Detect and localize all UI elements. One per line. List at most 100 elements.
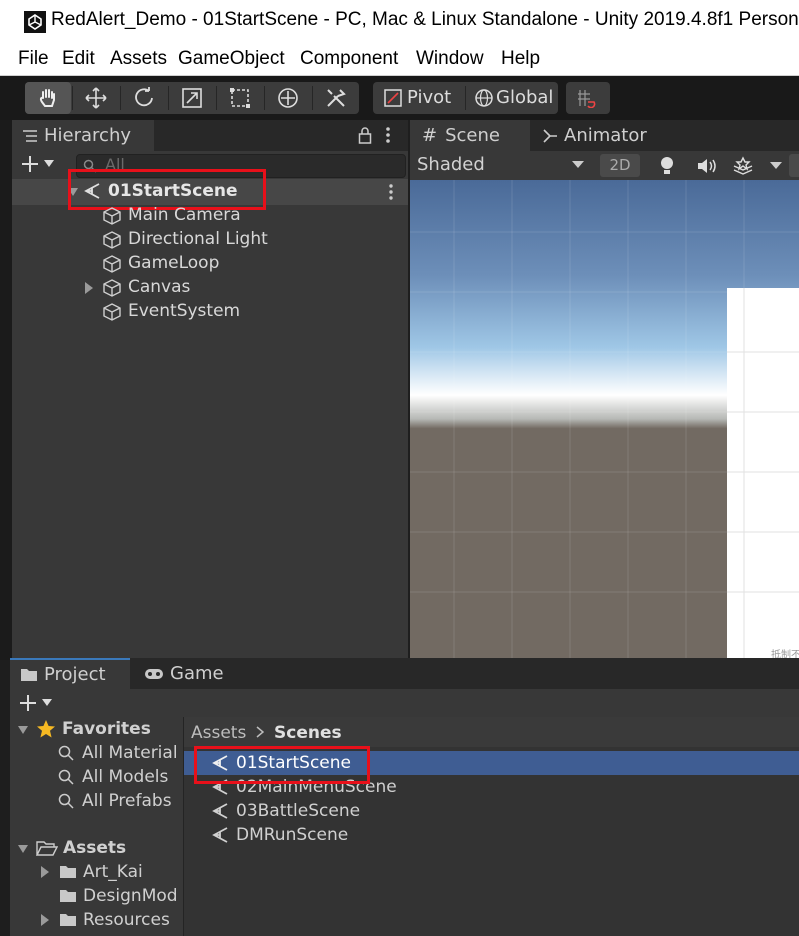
caret-down-icon[interactable] xyxy=(770,162,782,170)
tab-hierarchy-label: Hierarchy xyxy=(44,125,132,146)
folder-item-art-kai[interactable]: Art_Kai xyxy=(10,860,183,884)
tree-item-label: EventSystem xyxy=(128,301,241,321)
pivot-global-group: Pivot Global xyxy=(373,82,558,114)
tab-scene-label: Scene xyxy=(445,125,500,146)
expand-arrow-icon[interactable] xyxy=(18,725,28,735)
tab-animator-label: Animator xyxy=(564,125,647,146)
favorite-item-all-material[interactable]: All Material xyxy=(10,741,183,765)
expand-arrow-icon[interactable] xyxy=(84,282,94,294)
tree-item-eventsystem[interactable]: EventSystem xyxy=(12,300,408,324)
tab-project[interactable]: Project xyxy=(10,658,130,689)
menu-help[interactable]: Help xyxy=(501,48,540,70)
create-dropdown-button[interactable] xyxy=(18,154,58,176)
gameobject-cube-icon xyxy=(102,302,122,322)
file-item-dmrunscene[interactable]: DMRunScene xyxy=(184,823,799,847)
favorite-item-all-models[interactable]: All Models xyxy=(10,765,183,789)
breadcrumb: Assets Scenes xyxy=(184,717,799,747)
menu-gameobject[interactable]: GameObject xyxy=(178,48,285,70)
file-item-label: 03BattleScene xyxy=(236,801,361,821)
tab-game[interactable]: Game xyxy=(136,658,236,689)
rotate-icon xyxy=(132,86,156,110)
tab-scene[interactable]: # Scene xyxy=(410,120,530,151)
project-create-button[interactable] xyxy=(16,693,56,715)
plus-icon xyxy=(18,693,38,713)
file-item-03battlescene[interactable]: 03BattleScene xyxy=(184,799,799,823)
left-edge-strip xyxy=(0,120,12,660)
tab-hierarchy[interactable]: Hierarchy xyxy=(12,120,154,151)
lock-icon[interactable] xyxy=(358,126,372,144)
title-bar: RedAlert_Demo - 01StartScene - PC, Mac &… xyxy=(0,0,799,44)
folder-item-label: Resources xyxy=(83,910,170,930)
scene-toolbar: Shaded 2D xyxy=(410,151,799,180)
hand-icon xyxy=(36,86,60,110)
rotate-tool-button[interactable] xyxy=(121,82,167,114)
ui-canvas-preview[interactable]: 抵制不... xyxy=(727,288,799,658)
global-toggle[interactable]: Global xyxy=(466,82,558,114)
breadcrumb-assets[interactable]: Assets xyxy=(191,723,246,743)
expand-arrow-icon[interactable] xyxy=(18,844,28,854)
folder-icon xyxy=(59,913,77,927)
draw-mode-dropdown[interactable]: Shaded xyxy=(410,151,590,180)
folder-item-label: Art_Kai xyxy=(83,862,143,882)
folder-item-resources[interactable]: Resources xyxy=(10,908,183,932)
transform-tool-button[interactable] xyxy=(265,82,311,114)
favorites-label: Favorites xyxy=(62,719,151,739)
animator-icon xyxy=(542,128,558,144)
scene-panel: # Scene Animator Shaded 2D 抵制不 xyxy=(410,120,799,658)
favorite-item-label: All Models xyxy=(82,767,169,787)
menu-assets[interactable]: Assets xyxy=(110,48,167,70)
expand-arrow-icon[interactable] xyxy=(40,866,50,878)
tree-item-main-camera[interactable]: Main Camera xyxy=(12,204,408,228)
scene-toolbar-overflow[interactable] xyxy=(789,154,799,177)
transform-tools xyxy=(25,82,359,114)
folder-item-designmod[interactable]: DesignMod xyxy=(10,884,183,908)
chevron-right-icon xyxy=(256,726,264,738)
lighting-toggle-icon[interactable] xyxy=(658,155,676,177)
favorite-item-label: All Material xyxy=(82,743,178,763)
menu-edit[interactable]: Edit xyxy=(62,48,95,70)
rect-tool-button[interactable] xyxy=(217,82,263,114)
grid-snap-button[interactable] xyxy=(566,82,610,114)
file-item-label: DMRunScene xyxy=(236,825,349,845)
pivot-icon xyxy=(383,88,403,108)
scene-viewport[interactable]: 抵制不... xyxy=(410,180,799,658)
breadcrumb-scenes[interactable]: Scenes xyxy=(274,723,342,743)
unity-scene-icon xyxy=(210,825,230,845)
tab-animator[interactable]: Animator xyxy=(532,120,672,151)
assets-root-row[interactable]: Assets xyxy=(10,836,183,860)
hand-tool-button[interactable] xyxy=(25,82,71,114)
scale-tool-button[interactable] xyxy=(169,82,215,114)
scene-menu-icon[interactable] xyxy=(388,183,394,201)
draw-mode-label: Shaded xyxy=(417,154,485,175)
move-tool-button[interactable] xyxy=(73,82,119,114)
favorites-row[interactable]: Favorites xyxy=(10,717,183,741)
tree-item-gameloop[interactable]: GameLoop xyxy=(12,252,408,276)
menu-component[interactable]: Component xyxy=(300,48,398,70)
search-icon xyxy=(58,793,74,809)
folder-icon xyxy=(59,889,77,903)
search-icon xyxy=(58,769,74,785)
project-panel: Project Game Favorites All Material All … xyxy=(10,658,799,936)
window-title: RedAlert_Demo - 01StartScene - PC, Mac &… xyxy=(51,9,799,30)
audio-toggle-icon[interactable] xyxy=(696,157,718,175)
expand-arrow-icon[interactable] xyxy=(40,914,50,926)
tab-project-label: Project xyxy=(44,664,106,685)
tree-item-directional-light[interactable]: Directional Light xyxy=(12,228,408,252)
effects-toggle-icon[interactable] xyxy=(732,156,754,176)
menu-window[interactable]: Window xyxy=(416,48,484,70)
tools-icon xyxy=(324,86,348,110)
hierarchy-panel: Hierarchy All 01StartScene Main Camera D… xyxy=(12,120,408,658)
2d-toggle-button[interactable]: 2D xyxy=(600,154,640,177)
list-icon xyxy=(22,129,38,143)
pivot-toggle[interactable]: Pivot xyxy=(373,82,465,114)
menu-file[interactable]: File xyxy=(18,48,49,70)
tab-game-label: Game xyxy=(170,663,224,684)
scale-icon xyxy=(180,86,204,110)
gameobject-cube-icon xyxy=(102,254,122,274)
folder-item-label: DesignMod xyxy=(83,886,178,906)
tree-item-canvas[interactable]: Canvas xyxy=(12,276,408,300)
panel-menu-icon[interactable] xyxy=(385,125,391,145)
folder-icon xyxy=(20,668,38,682)
favorite-item-all-prefabs[interactable]: All Prefabs xyxy=(10,789,183,813)
custom-tool-button[interactable] xyxy=(313,82,359,114)
